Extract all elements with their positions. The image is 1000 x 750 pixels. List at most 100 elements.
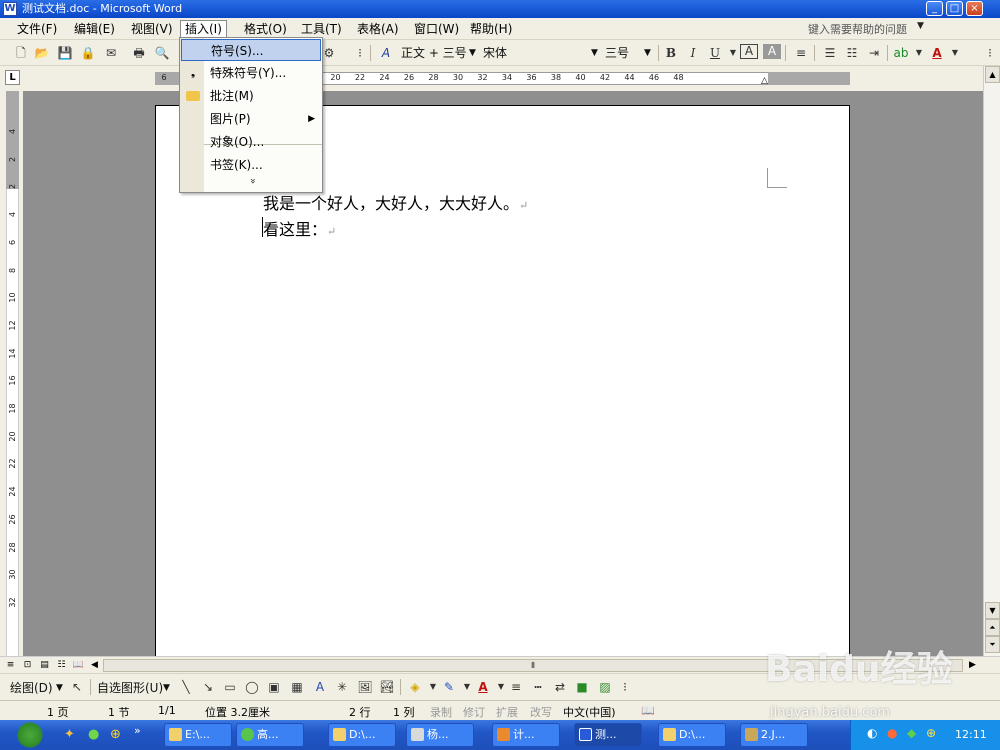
- font-dropdown[interactable]: 宋体: [483, 44, 507, 62]
- taskbar-item[interactable]: E:\...: [164, 723, 232, 747]
- menu-item-comment[interactable]: 批注(M): [181, 85, 321, 107]
- taskbar-item[interactable]: 2.J...: [740, 723, 808, 747]
- 3d-style-icon[interactable]: ▨: [596, 678, 614, 696]
- vertical-textbox-icon[interactable]: ▦: [288, 678, 306, 696]
- minimize-button[interactable]: _: [926, 1, 943, 16]
- menu-item-symbol[interactable]: 符号(S)...: [181, 39, 321, 61]
- taskbar-item[interactable]: 计...: [492, 723, 560, 747]
- wordart-icon[interactable]: A: [311, 678, 329, 696]
- start-button[interactable]: [0, 720, 60, 750]
- close-button[interactable]: ×: [966, 1, 983, 16]
- tray-icon[interactable]: ⊕: [926, 726, 936, 740]
- next-page-icon[interactable]: ⏷: [985, 636, 1000, 653]
- menu-item-picture[interactable]: 图片(P) ▶: [181, 108, 321, 130]
- vertical-scrollbar[interactable]: ▲ ▼ ⏶ ⏷: [983, 66, 1000, 656]
- menu-item-object[interactable]: 对象(O)...: [181, 131, 321, 153]
- menu-item-special-symbol[interactable]: ❟ 特殊符号(Y)...: [181, 62, 321, 84]
- status-record[interactable]: 录制: [430, 704, 452, 720]
- menu-insert[interactable]: 插入(I): [180, 20, 227, 38]
- menu-window[interactable]: 窗口(W): [410, 20, 463, 38]
- font-color-icon[interactable]: A: [474, 678, 492, 696]
- normal-view-icon[interactable]: ≡: [4, 658, 17, 672]
- web-view-icon[interactable]: ⊡: [21, 658, 34, 672]
- indent-icon[interactable]: ⇥: [865, 44, 883, 62]
- save-icon[interactable]: 💾: [56, 44, 74, 62]
- highlight-icon[interactable]: ab: [892, 44, 910, 62]
- scroll-up-icon[interactable]: ▲: [985, 66, 1000, 83]
- char-shading-icon[interactable]: A: [763, 44, 781, 59]
- status-overtype[interactable]: 改写: [530, 704, 552, 720]
- taskbar-item[interactable]: D:\...: [328, 723, 396, 747]
- arrow-icon[interactable]: ↘: [199, 678, 217, 696]
- scroll-right-icon[interactable]: ▶: [966, 658, 979, 672]
- line-icon[interactable]: ╲: [177, 678, 195, 696]
- new-document-icon[interactable]: 🗋: [12, 44, 30, 62]
- draw-menu-button[interactable]: 绘图(D): [10, 679, 53, 697]
- bold-button[interactable]: B: [662, 44, 680, 62]
- email-icon[interactable]: ✉: [102, 44, 120, 62]
- menu-help[interactable]: 帮助(H): [466, 20, 516, 38]
- outline-view-icon[interactable]: ☷: [55, 658, 68, 672]
- maximize-button[interactable]: □: [946, 1, 963, 16]
- taskbar-clock[interactable]: 12:11: [955, 728, 987, 741]
- chevron-down-icon[interactable]: ▼: [644, 44, 651, 62]
- style-dropdown[interactable]: 正文 + 三号: [401, 44, 467, 62]
- menu-tools[interactable]: 工具(T): [297, 20, 346, 38]
- autoshapes-button[interactable]: 自选图形(U): [97, 679, 163, 697]
- print-view-icon[interactable]: ▤: [38, 658, 51, 672]
- picture-icon[interactable]: 🏞: [378, 678, 396, 696]
- vertical-ruler[interactable]: 4 2 2 4 6 8 10 12 14 16 18 20 22 24 26 28 30 32: [0, 91, 23, 656]
- chevron-down-icon[interactable]: ▼: [163, 679, 170, 697]
- select-objects-icon[interactable]: ↖: [68, 678, 86, 696]
- toolbar-options-icon[interactable]: ⁝: [985, 44, 995, 62]
- status-track-changes[interactable]: 修订: [463, 704, 485, 720]
- line-color-icon[interactable]: ✎: [440, 678, 458, 696]
- rectangle-icon[interactable]: ▭: [221, 678, 239, 696]
- spelling-status-icon[interactable]: 📖: [641, 704, 655, 717]
- previous-page-icon[interactable]: ⏶: [985, 619, 1000, 636]
- help-search-input[interactable]: 键入需要帮助的问题: [808, 21, 907, 37]
- menu-format[interactable]: 格式(O): [240, 20, 291, 38]
- quicklaunch-icon[interactable]: ✦: [64, 727, 75, 742]
- line-style-icon[interactable]: ≡: [507, 678, 525, 696]
- italic-button[interactable]: I: [684, 44, 702, 62]
- char-border-icon[interactable]: A: [740, 44, 758, 59]
- underline-button[interactable]: U: [706, 44, 724, 62]
- quicklaunch-more-icon[interactable]: »: [134, 724, 141, 737]
- reading-view-icon[interactable]: 📖: [72, 658, 85, 672]
- bullets-icon[interactable]: ☷: [843, 44, 861, 62]
- clipart-icon[interactable]: 🖼: [356, 678, 374, 696]
- print-preview-icon[interactable]: 🔍: [153, 44, 171, 62]
- chevron-down-icon[interactable]: ▼: [591, 44, 598, 62]
- tray-icon[interactable]: ◐: [867, 726, 877, 740]
- chevron-down-icon[interactable]: ▼: [469, 44, 476, 62]
- menu-table[interactable]: 表格(A): [353, 20, 403, 38]
- arrow-style-icon[interactable]: ⇄: [551, 678, 569, 696]
- align-center-icon[interactable]: ≡: [792, 44, 810, 62]
- menu-edit[interactable]: 编辑(E): [70, 20, 119, 38]
- taskbar-item-active[interactable]: 测...: [574, 723, 642, 747]
- menu-view[interactable]: 视图(V): [127, 20, 177, 38]
- taskbar-item[interactable]: 杨...: [406, 723, 474, 747]
- quicklaunch-icon[interactable]: ⊕: [110, 727, 121, 742]
- status-extend[interactable]: 扩展: [496, 704, 518, 720]
- tray-icon[interactable]: ●: [887, 726, 897, 740]
- permission-icon[interactable]: 🔒: [79, 44, 97, 62]
- menu-file[interactable]: 文件(F): [13, 20, 61, 38]
- font-size-dropdown[interactable]: 三号: [605, 44, 629, 62]
- document-line-1[interactable]: 我是一个好人，大好人，大大好人。↵: [263, 190, 528, 214]
- quicklaunch-icon[interactable]: ●: [88, 727, 99, 742]
- fill-color-icon[interactable]: ◈: [406, 678, 424, 696]
- indent-marker-icon[interactable]: △: [761, 76, 768, 86]
- toolbar-options-icon[interactable]: ⁝: [620, 678, 630, 696]
- print-icon[interactable]: 🖶: [130, 44, 148, 62]
- chevron-down-icon[interactable]: ▼: [917, 21, 924, 31]
- scroll-down-icon[interactable]: ▼: [985, 602, 1000, 619]
- oval-icon[interactable]: ◯: [243, 678, 261, 696]
- diagram-icon[interactable]: ✳: [333, 678, 351, 696]
- font-color-icon[interactable]: A: [928, 44, 946, 62]
- textbox-icon[interactable]: ▣: [265, 678, 283, 696]
- dash-style-icon[interactable]: ┅: [529, 678, 547, 696]
- toolbar-options-icon[interactable]: ⁝: [355, 44, 365, 62]
- chevron-down-icon[interactable]: ▼: [910, 44, 928, 62]
